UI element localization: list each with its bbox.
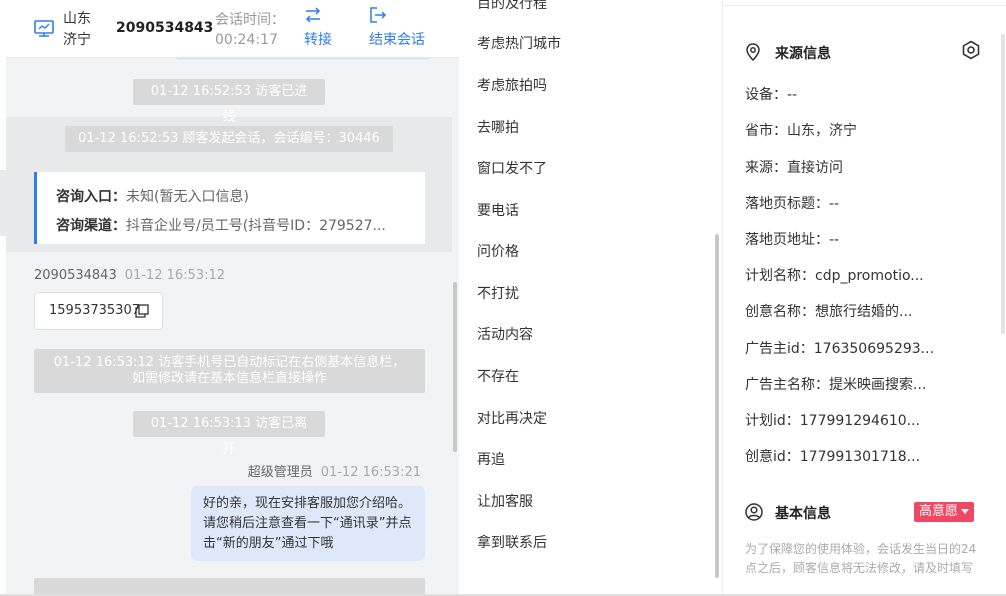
- source-info-row: 落地页地址：--: [745, 232, 840, 248]
- system-message-line: 如需修改请在基本信息栏直接操作: [131, 371, 327, 386]
- quick-reply-item[interactable]: 活动内容: [477, 324, 533, 344]
- visitor-phone: 15953735307: [49, 303, 140, 318]
- visitor-message-time: 01-12 16:53:12: [124, 268, 226, 283]
- consult-entry-value: 未知(暂无入口信息): [126, 189, 249, 205]
- source-info-row: 广告主id：176350695293...: [745, 341, 935, 357]
- intent-level-label: 高意愿: [919, 504, 959, 519]
- system-message: 01-12 16:53:13 访客已离开: [133, 411, 325, 457]
- source-info-row: 创意名称：想旅行结婚的...: [745, 304, 913, 320]
- system-message: 01-12 16:52:53 顾客发起会话，会话编号：30446: [65, 126, 393, 152]
- caret-down-icon: [961, 509, 970, 514]
- quick-reply-item[interactable]: 对比再决定: [477, 408, 547, 428]
- quick-reply-item[interactable]: 再追: [477, 449, 505, 469]
- chat-header: 山东 济宁 2090534843 会话时间： 00:24:17 转接 结束会话: [6, 0, 459, 58]
- divider: [723, 5, 1006, 6]
- end-session-label: 结束会话: [369, 32, 425, 48]
- quick-reply-item[interactable]: 去哪拍: [477, 117, 519, 137]
- source-info-row: 来源：直接访问: [745, 160, 843, 176]
- chat-scrollbar[interactable]: [453, 282, 457, 452]
- quick-reply-item[interactable]: 不打扰: [477, 283, 519, 303]
- system-message-line: 01-12 16:53:12 访客手机号已自动标记在右侧基本信息栏，: [53, 355, 406, 370]
- system-message: 01-12 16:52:53 访客已进线: [133, 79, 325, 125]
- source-info-row: 创意id：177991301718...: [745, 449, 921, 465]
- quick-reply-item[interactable]: 拿到联系后: [477, 532, 547, 552]
- consult-entry-label: 咨询入口：: [56, 189, 126, 205]
- consult-info-card: 咨询入口：未知(暂无入口信息) 咨询渠道：抖音企业号/员工号(抖音号ID：279…: [34, 172, 425, 244]
- session-time-label: 会话时间：: [215, 12, 285, 28]
- quick-reply-list: 目的及行程 考虑热门城市 考虑旅拍吗 去哪拍 窗口发不了 要电话 问价格 不打扰…: [459, 0, 722, 596]
- source-info-title: 来源信息: [745, 43, 831, 63]
- system-message-phone-marked: 01-12 16:53:12 访客手机号已自动标记在右侧基本信息栏， 如需修改请…: [34, 349, 425, 393]
- source-info-label: 来源信息: [775, 46, 831, 62]
- agent-name: 超级管理员: [247, 465, 313, 480]
- transfer-button[interactable]: 转接: [304, 7, 332, 49]
- basic-info-label: 基本信息: [775, 506, 831, 522]
- source-info-row: 广告主名称：提米映画搜索...: [745, 377, 927, 393]
- location-pin-icon: [746, 43, 760, 61]
- customer-info-pane: 来源信息 设备：-- 省市：山东，济宁 来源：直接访问 落地页标题：-- 落地页…: [722, 0, 1006, 596]
- source-info-row: 计划名称：cdp_promotio...: [745, 268, 924, 284]
- consult-channel: 咨询渠道：抖音企业号/员工号(抖音号ID：279527...: [56, 212, 425, 241]
- session-time-value: 00:24:17: [215, 32, 278, 48]
- chat-pane: 山东 济宁 2090534843 会话时间： 00:24:17 转接 结束会话 …: [6, 0, 459, 596]
- quick-reply-item[interactable]: 不存在: [477, 366, 519, 386]
- visitor-id: 2090534843: [116, 20, 214, 36]
- quick-reply-item[interactable]: 考虑热门城市: [477, 33, 561, 53]
- agent-message-bubble: 好的亲，现在安排客服加您介绍哈。请您稍后注意查看一下“通讯录”并点击“新的朋友”…: [191, 486, 425, 561]
- consult-entry: 咨询入口：未知(暂无入口信息): [56, 183, 425, 212]
- agent-message-time: 01-12 16:53:21: [320, 465, 421, 480]
- settings-icon[interactable]: [961, 40, 981, 60]
- basic-info-title: 基本信息: [745, 503, 831, 523]
- consult-channel-label: 咨询渠道：: [56, 218, 126, 234]
- quick-reply-item[interactable]: 要电话: [477, 200, 519, 220]
- quick-reply-item[interactable]: 问价格: [477, 241, 519, 261]
- source-info-row: 落地页标题：--: [745, 196, 840, 212]
- consult-channel-value: 抖音企业号/员工号(抖音号ID：279527...: [126, 218, 386, 234]
- visitor-message-meta: 2090534843 01-12 16:53:12: [34, 268, 225, 283]
- agent-message-meta: 超级管理员 01-12 16:53:21: [248, 461, 421, 480]
- app-root: 山东 济宁 2090534843 会话时间： 00:24:17 转接 结束会话 …: [0, 0, 1006, 596]
- source-info-row: 设备：--: [745, 87, 798, 103]
- visitor-location: 山东 济宁: [63, 11, 91, 48]
- source-info-row: 省市：山东，济宁: [745, 123, 857, 139]
- info-pane-scrollbar[interactable]: [1001, 34, 1005, 334]
- quick-reply-item[interactable]: 让加客服: [477, 491, 533, 511]
- exit-icon: [370, 7, 387, 23]
- quick-reply-item[interactable]: 目的及行程: [477, 0, 547, 13]
- copy-icon[interactable]: [135, 304, 149, 318]
- header-accent-line: [176, 57, 430, 60]
- visitor-name: 2090534843: [34, 268, 117, 283]
- quick-reply-scrollbar[interactable]: [715, 234, 719, 578]
- transfer-label: 转接: [304, 32, 332, 48]
- end-session-button[interactable]: 结束会话: [369, 7, 425, 49]
- quick-reply-item[interactable]: 考虑旅拍吗: [477, 75, 547, 95]
- user-icon: [745, 503, 763, 521]
- visitor-phone-bubble[interactable]: 15953735307: [34, 292, 163, 330]
- source-info-row: 计划id：177991294610...: [745, 413, 921, 429]
- edit-deadline-note: 为了保障您的使用体验，会话发生当日的24点之后，顾客信息将无法修改，请及时填写: [745, 542, 977, 575]
- transfer-icon: [305, 7, 321, 23]
- monitor-icon: [34, 20, 54, 37]
- quick-reply-item[interactable]: 窗口发不了: [477, 158, 547, 178]
- intent-level-dropdown[interactable]: 高意愿: [914, 502, 975, 522]
